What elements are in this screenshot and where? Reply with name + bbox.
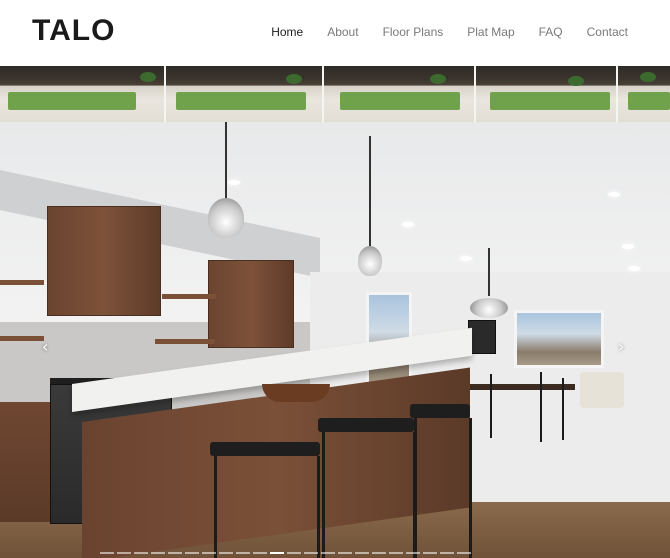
bar-stool — [214, 456, 320, 558]
nav-floor-plans[interactable]: Floor Plans — [383, 25, 444, 39]
nav-plat-map[interactable]: Plat Map — [467, 25, 514, 39]
window — [514, 310, 604, 368]
chandelier-cord — [488, 248, 490, 296]
upper-cabinet — [208, 260, 294, 348]
slider-dot[interactable] — [219, 552, 233, 554]
bush-shape — [286, 74, 302, 84]
bush-shape — [430, 74, 446, 84]
upper-cabinet — [47, 206, 161, 316]
slider-dot[interactable] — [117, 552, 131, 554]
recessed-light — [402, 222, 414, 227]
slider-dot[interactable] — [406, 552, 420, 554]
walkway-shape — [616, 66, 618, 122]
bar-stool — [322, 432, 416, 558]
recessed-light — [228, 180, 240, 185]
recessed-light — [460, 256, 472, 261]
slider-dot[interactable] — [338, 552, 352, 554]
site-logo[interactable]: TALO — [32, 14, 115, 48]
recessed-light — [628, 266, 640, 271]
floating-shelf — [162, 294, 216, 299]
slider-dot[interactable] — [372, 552, 386, 554]
dining-chair — [562, 378, 564, 440]
pendant-cord — [225, 122, 227, 200]
slider-dot[interactable] — [253, 552, 267, 554]
slider-next-button[interactable]: › — [618, 337, 624, 356]
bush-shape — [568, 76, 584, 86]
lower-cabinet — [0, 402, 52, 522]
pendant-cord — [369, 136, 371, 246]
walkway-shape — [474, 66, 476, 122]
floating-shelf — [0, 336, 44, 341]
walkway-shape — [164, 66, 166, 122]
nav-about[interactable]: About — [327, 25, 358, 39]
slider-dot[interactable] — [304, 552, 318, 554]
slider-prev-button[interactable]: ‹ — [42, 337, 48, 356]
bar-stool — [414, 418, 472, 558]
slider-dot[interactable] — [321, 552, 335, 554]
slider-dot[interactable] — [100, 552, 114, 554]
lawn-shape — [176, 92, 306, 110]
floating-shelf — [0, 280, 44, 285]
television — [468, 320, 496, 354]
bush-shape — [140, 72, 156, 82]
dining-chair — [540, 372, 542, 442]
townhome-banner-image — [0, 66, 670, 122]
sofa — [580, 372, 624, 408]
walkway-shape — [322, 66, 324, 122]
nav-home[interactable]: Home — [271, 25, 303, 39]
slider-dot[interactable] — [355, 552, 369, 554]
slider-dot[interactable] — [202, 552, 216, 554]
nav-contact[interactable]: Contact — [587, 25, 628, 39]
recessed-light — [608, 192, 620, 197]
floating-shelf — [155, 339, 215, 344]
lawn-shape — [628, 92, 670, 110]
bush-shape — [640, 72, 656, 82]
slider-dot[interactable] — [423, 552, 437, 554]
pendant-light — [358, 246, 382, 276]
lawn-shape — [490, 92, 610, 110]
site-header: TALO Home About Floor Plans Plat Map FAQ… — [0, 0, 670, 66]
bar-stool-seat — [210, 442, 320, 456]
bar-stool-seat — [318, 418, 414, 432]
slider-dot[interactable] — [236, 552, 250, 554]
hero-slider: ‹ › — [0, 122, 670, 558]
slider-dot[interactable] — [168, 552, 182, 554]
slider-pagination — [100, 552, 471, 554]
nav-faq[interactable]: FAQ — [539, 25, 563, 39]
slider-dot[interactable] — [457, 552, 471, 554]
slider-dot[interactable] — [389, 552, 403, 554]
lawn-shape — [8, 92, 136, 110]
pendant-light — [208, 198, 244, 238]
slider-dot[interactable] — [287, 552, 301, 554]
wood-bowl — [262, 384, 330, 402]
bar-stool-seat — [410, 404, 470, 418]
dining-table — [465, 384, 575, 390]
chandelier — [470, 298, 508, 318]
slider-dot[interactable] — [185, 552, 199, 554]
slider-dot[interactable] — [440, 552, 454, 554]
recessed-light — [622, 244, 634, 249]
slider-dot[interactable] — [134, 552, 148, 554]
main-nav: Home About Floor Plans Plat Map FAQ Cont… — [271, 25, 628, 39]
lawn-shape — [340, 92, 460, 110]
slider-dot[interactable] — [151, 552, 165, 554]
slider-dot[interactable] — [270, 552, 284, 554]
dining-chair — [490, 374, 492, 438]
